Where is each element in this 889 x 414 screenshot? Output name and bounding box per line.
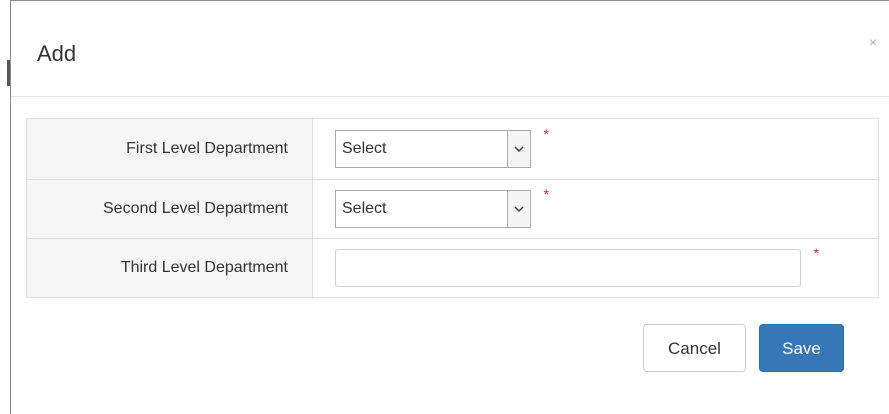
- second-level-department-label: Second Level Department: [26, 179, 313, 239]
- cancel-button[interactable]: Cancel: [643, 324, 746, 372]
- dialog-title: Add: [37, 41, 77, 66]
- first-level-department-label: First Level Department: [26, 118, 313, 180]
- save-button[interactable]: Save: [759, 324, 844, 372]
- third-level-department-field: *: [312, 238, 879, 298]
- third-level-department-input[interactable]: [335, 249, 801, 287]
- form-row-third-level: Third Level Department *: [26, 238, 879, 298]
- first-level-department-field: Select *: [312, 118, 879, 180]
- first-level-department-select-value: Select: [342, 140, 387, 157]
- chevron-down-icon: [507, 191, 530, 227]
- close-icon[interactable]: ×: [869, 34, 877, 50]
- second-level-department-field: Select *: [312, 179, 879, 239]
- required-marker: *: [543, 126, 549, 142]
- third-level-department-label: Third Level Department: [26, 238, 313, 298]
- required-marker: *: [543, 186, 549, 202]
- required-marker: *: [813, 245, 819, 261]
- chevron-down-icon: [507, 131, 530, 167]
- second-level-department-select[interactable]: Select: [335, 190, 531, 228]
- dialog-header: Add ×: [11, 1, 889, 97]
- first-level-department-select[interactable]: Select: [335, 130, 531, 168]
- department-form: First Level Department Select * Second L…: [26, 118, 879, 298]
- form-row-second-level: Second Level Department Select *: [26, 179, 879, 239]
- form-row-first-level: First Level Department Select *: [26, 118, 879, 180]
- second-level-department-select-value: Select: [342, 200, 387, 217]
